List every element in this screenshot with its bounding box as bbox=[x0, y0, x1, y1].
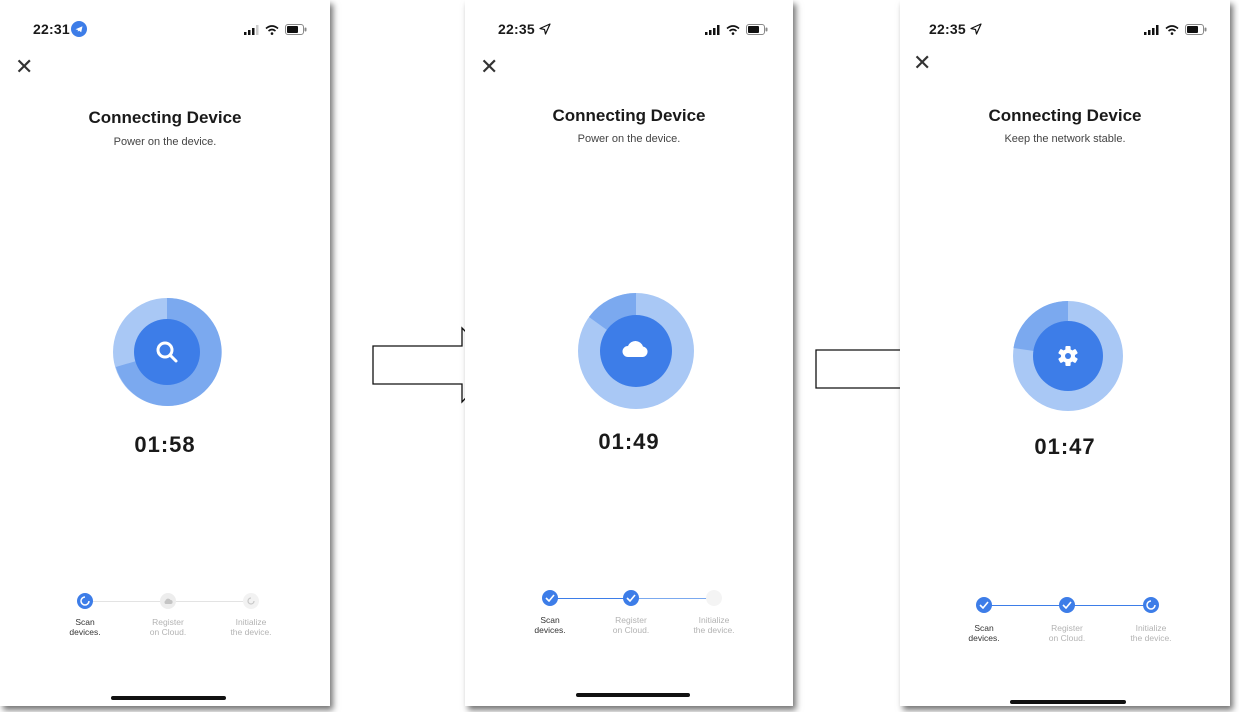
step-label-line: devices. bbox=[968, 632, 1000, 643]
step-label-line: devices. bbox=[534, 624, 566, 635]
wifi-icon bbox=[1165, 24, 1179, 35]
countdown-timer: 01:49 bbox=[598, 429, 660, 454]
signal-icon bbox=[705, 24, 720, 35]
step-label-line: on Cloud. bbox=[1048, 632, 1086, 643]
page-title: Connecting Device bbox=[88, 108, 242, 127]
status-icons bbox=[244, 24, 307, 35]
signal-icon bbox=[244, 24, 259, 35]
step-label-line: on Cloud. bbox=[612, 624, 650, 635]
location-arrow-icon bbox=[970, 22, 982, 40]
step-initialize-indicator bbox=[1143, 597, 1159, 613]
status-icons bbox=[705, 24, 768, 35]
step-register-indicator bbox=[160, 593, 176, 609]
status-icons bbox=[1144, 24, 1207, 35]
step-initialize-label: Initialize the device. bbox=[1111, 623, 1191, 644]
step-label-line: on Cloud. bbox=[149, 626, 187, 637]
page-subtitle: Power on the device. bbox=[577, 133, 681, 145]
step-initialize-label: Initialize the device. bbox=[674, 615, 754, 636]
battery-icon bbox=[285, 24, 307, 35]
step-scan-label: Scan devices. bbox=[944, 623, 1024, 644]
step-initialize-indicator bbox=[706, 590, 722, 606]
step-scan-indicator bbox=[976, 597, 992, 613]
cloud-icon bbox=[621, 338, 651, 365]
step-initialize-label: Initialize the device. bbox=[211, 617, 291, 638]
search-icon bbox=[155, 340, 179, 369]
step-scan-indicator bbox=[77, 593, 93, 609]
step-register-label: Register on Cloud. bbox=[1027, 623, 1107, 644]
page-title: Connecting Device bbox=[552, 106, 706, 125]
phone-screen-scan: 22:31 ✕ Connecting Device Power on the d… bbox=[0, 0, 330, 706]
gear-icon bbox=[1055, 343, 1081, 374]
location-arrow-icon bbox=[539, 22, 551, 40]
phone-screen-register: 22:35 ✕ Connecting Device Power on the d… bbox=[465, 0, 793, 706]
step-connector-done bbox=[550, 598, 634, 599]
telegram-icon bbox=[71, 21, 87, 42]
step-scan-label: Scan devices. bbox=[510, 615, 590, 636]
home-indicator[interactable] bbox=[1010, 700, 1126, 704]
wifi-icon bbox=[726, 24, 740, 35]
step-register-indicator bbox=[623, 590, 639, 606]
page-title: Connecting Device bbox=[988, 106, 1142, 125]
home-indicator[interactable] bbox=[576, 693, 690, 697]
countdown-timer: 01:47 bbox=[1034, 434, 1096, 459]
close-icon[interactable]: ✕ bbox=[913, 52, 931, 74]
cloud-icon bbox=[164, 598, 173, 604]
page-subtitle: Power on the device. bbox=[113, 136, 217, 148]
check-icon bbox=[626, 594, 636, 602]
wifi-icon bbox=[265, 24, 279, 35]
close-icon[interactable]: ✕ bbox=[480, 56, 498, 78]
page-subtitle: Keep the network stable. bbox=[1004, 133, 1126, 145]
step-label-line: the device. bbox=[693, 624, 735, 635]
check-icon bbox=[545, 594, 555, 602]
step-register-indicator bbox=[1059, 597, 1075, 613]
refresh-icon bbox=[247, 597, 255, 605]
battery-icon bbox=[746, 24, 768, 35]
loading-icon bbox=[80, 596, 90, 606]
status-time: 22:35 bbox=[929, 21, 966, 37]
step-initialize-indicator bbox=[243, 593, 259, 609]
check-icon bbox=[1062, 601, 1072, 609]
home-indicator[interactable] bbox=[111, 696, 226, 700]
check-icon bbox=[979, 601, 989, 609]
phone-screen-initialize: 22:35 ✕ Connecting Device Keep the netwo… bbox=[900, 0, 1230, 706]
battery-icon bbox=[1185, 24, 1207, 35]
step-scan-indicator bbox=[542, 590, 558, 606]
step-label-line: devices. bbox=[69, 626, 101, 637]
step-label-line: the device. bbox=[230, 626, 272, 637]
close-icon[interactable]: ✕ bbox=[15, 56, 33, 78]
step-label-line: the device. bbox=[1130, 632, 1172, 643]
step-connector-active bbox=[634, 598, 714, 599]
loading-icon bbox=[1146, 600, 1156, 610]
step-register-label: Register on Cloud. bbox=[591, 615, 671, 636]
step-register-label: Register on Cloud. bbox=[128, 617, 208, 638]
status-time: 22:35 bbox=[498, 21, 535, 37]
signal-icon bbox=[1144, 24, 1159, 35]
countdown-timer: 01:58 bbox=[134, 432, 196, 457]
status-time: 22:31 bbox=[33, 21, 70, 37]
step-scan-label: Scan devices. bbox=[45, 617, 125, 638]
